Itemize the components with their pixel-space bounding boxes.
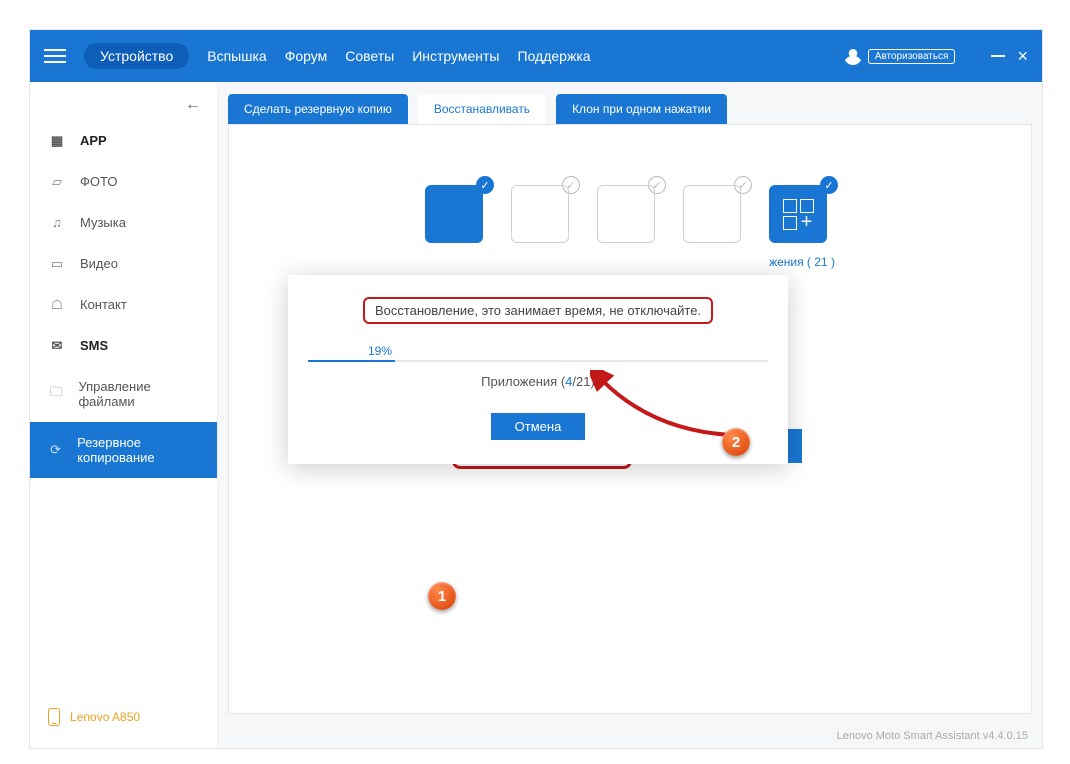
progress-percent: 19% [368,344,768,358]
sidebar-item-label: APP [80,133,107,148]
tab-clone[interactable]: Клон при одном нажатии [556,94,727,124]
nav-flash[interactable]: Вспышка [207,48,266,64]
grid-icon: ▦ [48,134,66,148]
modal-message: Восстановление, это занимает время, не о… [363,297,713,324]
login-button[interactable]: Авторизоваться [868,49,956,64]
app-window: Устройство Вспышка Форум Советы Инструме… [30,30,1042,748]
nav-forum[interactable]: Форум [285,48,328,64]
sidebar-item-label: Музыка [80,215,126,230]
nav-support[interactable]: Поддержка [518,48,591,64]
connected-device: Lenovo A850 [30,694,217,748]
modal-cancel-button[interactable]: Отмена [491,413,586,440]
menu-icon[interactable] [44,49,66,63]
category-row: ✓ ✓ ✓ ✓ ✓ [425,185,835,269]
category-tile[interactable]: ✓ [511,185,577,269]
nav-device[interactable]: Устройство [84,43,189,69]
sidebar-item-backup[interactable]: ⟳ Резервное копирование [30,422,217,478]
restore-progress-modal: Восстановление, это занимает время, не о… [288,275,788,464]
sidebar-item-app[interactable]: ▦ APP [30,120,217,161]
sidebar-item-files[interactable]: 🗀 Управление файлами [30,366,217,422]
category-label: жения ( 21 ) [769,255,835,269]
progress: 19% Приложения (4/21) [308,344,768,389]
sidebar-item-label: Управление файлами [78,379,199,409]
tab-backup[interactable]: Сделать резервную копию [228,94,408,124]
sidebar: ← ▦ APP ▱ ФОТО ♫ Музыка ▭ Видео ☖ Контак… [30,82,218,748]
progress-label: Приложения (4/21) [308,374,768,389]
sidebar-item-label: Контакт [80,297,127,312]
sidebar-item-label: Видео [80,256,118,271]
video-icon: ▭ [48,257,66,271]
sidebar-item-photo[interactable]: ▱ ФОТО [30,161,217,202]
sidebar-item-music[interactable]: ♫ Музыка [30,202,217,243]
annotation-marker-1: 1 [428,582,456,610]
sidebar-item-sms[interactable]: ✉ SMS [30,325,217,366]
photo-icon: ▱ [48,175,66,189]
device-label: Lenovo A850 [70,710,140,724]
category-tile[interactable]: ✓ [683,185,749,269]
sidebar-item-video[interactable]: ▭ Видео [30,243,217,284]
contact-icon: ☖ [48,298,66,312]
tab-restore[interactable]: Восстанавливать [418,94,546,124]
minimize-icon[interactable] [991,55,1005,57]
category-tile[interactable]: ✓ [597,185,663,269]
sidebar-item-label: ФОТО [80,174,117,189]
titlebar: Устройство Вспышка Форум Советы Инструме… [30,30,1042,82]
user-icon [844,47,862,65]
back-arrow-icon[interactable]: ← [185,90,201,120]
progress-bar [308,360,768,362]
sms-icon: ✉ [48,339,66,353]
footer-version: Lenovo Moto Smart Assistant v4.4.0.15 [218,724,1042,748]
nav-tools[interactable]: Инструменты [412,48,499,64]
tabs: Сделать резервную копию Восстанавливать … [218,82,1042,124]
annotation-marker-2: 2 [722,428,750,456]
nav-tips[interactable]: Советы [345,48,394,64]
sidebar-item-label: SMS [80,338,108,353]
user-area: Авторизоваться [844,47,956,65]
folder-icon: 🗀 [48,387,64,401]
sidebar-item-contact[interactable]: ☖ Контакт [30,284,217,325]
category-tile[interactable]: ✓ [425,185,491,269]
sidebar-item-label: Резервное копирование [77,435,199,465]
apps-icon: + [783,199,814,230]
music-icon: ♫ [48,216,66,230]
close-icon[interactable]: × [1017,47,1028,65]
progress-fill [308,360,395,362]
phone-icon [48,708,60,726]
backup-icon: ⟳ [48,443,63,457]
category-tile-apps[interactable]: ✓ + жения ( 21 ) [769,185,835,269]
